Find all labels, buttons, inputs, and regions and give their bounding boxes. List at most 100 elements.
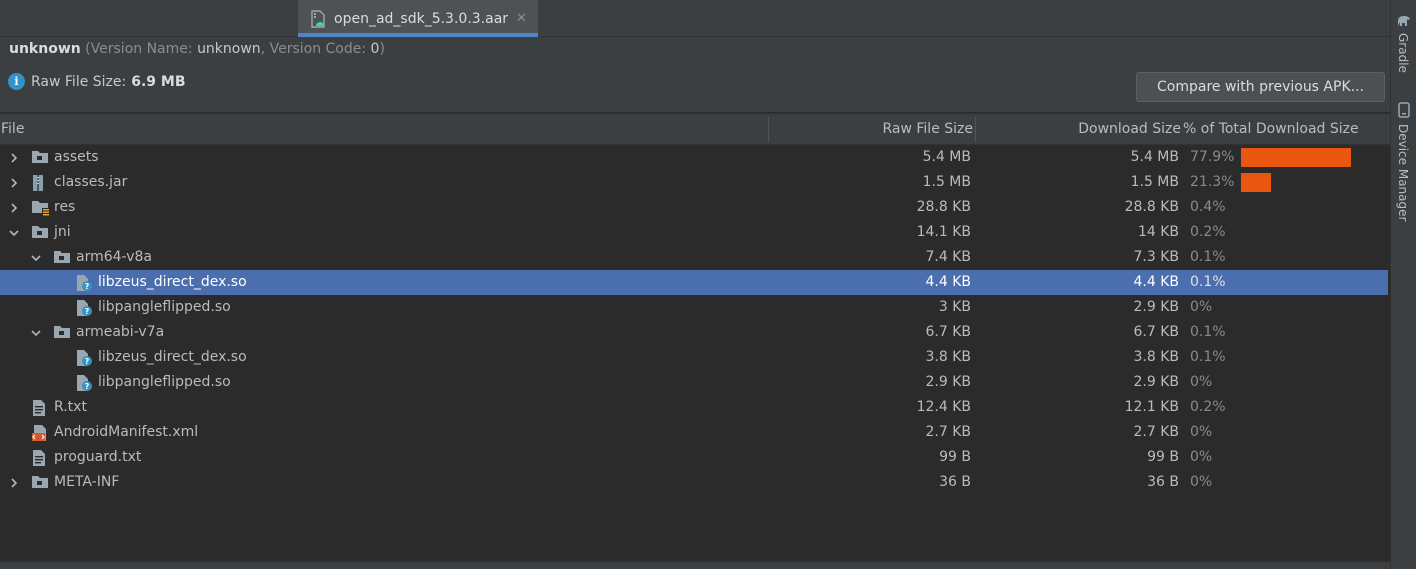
table-row[interactable]: ? libzeus_direct_dex.so 3.8 KB 3.8 KB 0.1% xyxy=(0,345,1388,370)
percent-of-total: 0.1% xyxy=(1190,249,1226,265)
raw-file-size: 4.4 KB xyxy=(925,274,972,290)
folder-icon xyxy=(31,224,49,241)
app-version-line: unknown (Version Name: unknown, Version … xyxy=(9,41,385,57)
column-divider[interactable] xyxy=(768,117,769,142)
table-row[interactable]: ? libpangleflipped.so 3 KB 2.9 KB 0% xyxy=(0,295,1388,320)
file-name: libzeus_direct_dex.so xyxy=(98,274,247,290)
file-name: META-INF xyxy=(54,474,120,490)
raw-file-size: 3 KB xyxy=(938,299,971,315)
percent-of-total: 0.1% xyxy=(1190,324,1226,340)
raw-file-size: 7.4 KB xyxy=(925,249,972,265)
unknown-file-icon: ? xyxy=(75,299,93,316)
download-size: 2.9 KB xyxy=(1133,374,1180,390)
chevron-right-icon[interactable] xyxy=(7,470,21,495)
percent-of-total: 0.1% xyxy=(1190,349,1226,365)
raw-file-size: 6.7 KB xyxy=(925,324,972,340)
file-name: arm64-v8a xyxy=(76,249,152,265)
right-tool-strip: Gradle Device Manager xyxy=(1390,0,1416,569)
close-icon[interactable]: ✕ xyxy=(516,11,527,26)
version-name: unknown xyxy=(197,41,261,57)
percent-of-total: 0.2% xyxy=(1190,224,1226,240)
file-name: libpangleflipped.so xyxy=(98,299,231,315)
table-header: File Raw File Size Download Size % of To… xyxy=(0,113,1390,145)
file-name: proguard.txt xyxy=(54,449,142,465)
chevron-down-icon[interactable] xyxy=(29,320,43,345)
percent-of-total: 0.2% xyxy=(1190,399,1226,415)
compare-apk-button[interactable]: Compare with previous APK... xyxy=(1136,72,1385,102)
version-code-prefix: , Version Code: xyxy=(260,41,371,57)
file-name: armeabi-v7a xyxy=(76,324,165,340)
table-row[interactable]: assets 5.4 MB 5.4 MB 77.9% xyxy=(0,145,1388,170)
table-row[interactable]: res 28.8 KB 28.8 KB 0.4% xyxy=(0,195,1388,220)
size-bar xyxy=(1241,148,1351,167)
gradle-tool-button[interactable]: Gradle xyxy=(1396,33,1410,73)
folder-icon xyxy=(31,149,49,166)
download-size: 5.4 MB xyxy=(1130,149,1179,165)
unknown-file-icon: ? xyxy=(75,374,93,391)
device-manager-tool-button[interactable]: Device Manager xyxy=(1396,124,1410,221)
chevron-right-icon[interactable] xyxy=(7,195,21,220)
file-name: jni xyxy=(54,224,71,240)
table-row[interactable]: R.txt 12.4 KB 12.1 KB 0.2% xyxy=(0,395,1388,420)
raw-file-size-label: Raw File Size: xyxy=(31,73,127,90)
column-header-file[interactable]: File xyxy=(1,114,24,145)
percent-of-total: 0% xyxy=(1190,424,1213,440)
text-file-icon xyxy=(31,449,49,466)
table-row[interactable]: jni 14.1 KB 14 KB 0.2% xyxy=(0,220,1388,245)
column-header-percent[interactable]: % of Total Download Size xyxy=(1183,114,1359,145)
device-manager-icon xyxy=(1397,102,1411,118)
download-size: 36 B xyxy=(1147,474,1179,490)
size-bar xyxy=(1241,173,1271,192)
editor-tab-strip: open_ad_sdk_5.3.0.3.aar ✕ xyxy=(0,0,1390,37)
tab-open-ad-sdk[interactable]: open_ad_sdk_5.3.0.3.aar ✕ xyxy=(298,0,538,37)
percent-of-total: 0.4% xyxy=(1190,199,1226,215)
file-name: classes.jar xyxy=(54,174,128,190)
chevron-down-icon[interactable] xyxy=(29,245,43,270)
info-icon: i xyxy=(8,73,25,90)
column-header-raw-size[interactable]: Raw File Size xyxy=(770,114,973,145)
file-name: AndroidManifest.xml xyxy=(54,424,199,440)
gradle-elephant-icon xyxy=(1396,14,1412,28)
raw-file-size: 1.5 MB xyxy=(922,174,971,190)
file-name: libzeus_direct_dex.so xyxy=(98,349,247,365)
table-row[interactable]: AndroidManifest.xml 2.7 KB 2.7 KB 0% xyxy=(0,420,1388,445)
raw-file-size: 14.1 KB xyxy=(916,224,971,240)
tab-label: open_ad_sdk_5.3.0.3.aar xyxy=(334,10,509,27)
table-row[interactable]: classes.jar 1.5 MB 1.5 MB 21.3% xyxy=(0,170,1388,195)
chevron-down-icon[interactable] xyxy=(7,220,21,245)
raw-file-size-value: 6.9 MB xyxy=(131,73,186,90)
resource-folder-icon xyxy=(31,199,50,216)
table-row[interactable]: armeabi-v7a 6.7 KB 6.7 KB 0.1% xyxy=(0,320,1388,345)
folder-icon xyxy=(53,249,71,266)
table-row[interactable]: proguard.txt 99 B 99 B 0% xyxy=(0,445,1388,470)
chevron-right-icon[interactable] xyxy=(7,170,21,195)
app-name: unknown xyxy=(9,41,81,57)
raw-file-size: 5.4 MB xyxy=(922,149,971,165)
table-row[interactable]: META-INF 36 B 36 B 0% xyxy=(0,470,1388,495)
percent-of-total: 0.1% xyxy=(1190,274,1226,290)
table-row[interactable]: ? libpangleflipped.so 2.9 KB 2.9 KB 0% xyxy=(0,370,1388,395)
file-name: R.txt xyxy=(54,399,87,415)
chevron-right-icon[interactable] xyxy=(7,145,21,170)
file-tree-table: assets 5.4 MB 5.4 MB 77.9% classes.jar 1.5 MB… xyxy=(0,145,1390,561)
svg-text:?: ? xyxy=(85,282,90,291)
column-header-download-size[interactable]: Download Size xyxy=(976,114,1181,145)
raw-file-size: 2.7 KB xyxy=(925,424,972,440)
xml-file-icon xyxy=(31,424,49,441)
download-size: 2.7 KB xyxy=(1133,424,1180,440)
apk-summary-header: unknown (Version Name: unknown, Version … xyxy=(0,37,1390,112)
unknown-file-icon: ? xyxy=(75,274,93,291)
download-size: 6.7 KB xyxy=(1133,324,1180,340)
download-size: 14 KB xyxy=(1137,224,1179,240)
download-size: 28.8 KB xyxy=(1124,199,1179,215)
raw-file-size: 12.4 KB xyxy=(916,399,971,415)
text-file-icon xyxy=(31,399,49,416)
file-name: libpangleflipped.so xyxy=(98,374,231,390)
download-size: 3.8 KB xyxy=(1133,349,1180,365)
raw-file-size: 99 B xyxy=(939,449,971,465)
folder-icon xyxy=(31,474,49,491)
percent-of-total: 77.9% xyxy=(1190,149,1235,165)
table-row[interactable]: ? libzeus_direct_dex.so 4.4 KB 4.4 KB 0.1% xyxy=(0,270,1388,295)
version-suffix: ) xyxy=(379,41,385,57)
table-row[interactable]: arm64-v8a 7.4 KB 7.3 KB 0.1% xyxy=(0,245,1388,270)
